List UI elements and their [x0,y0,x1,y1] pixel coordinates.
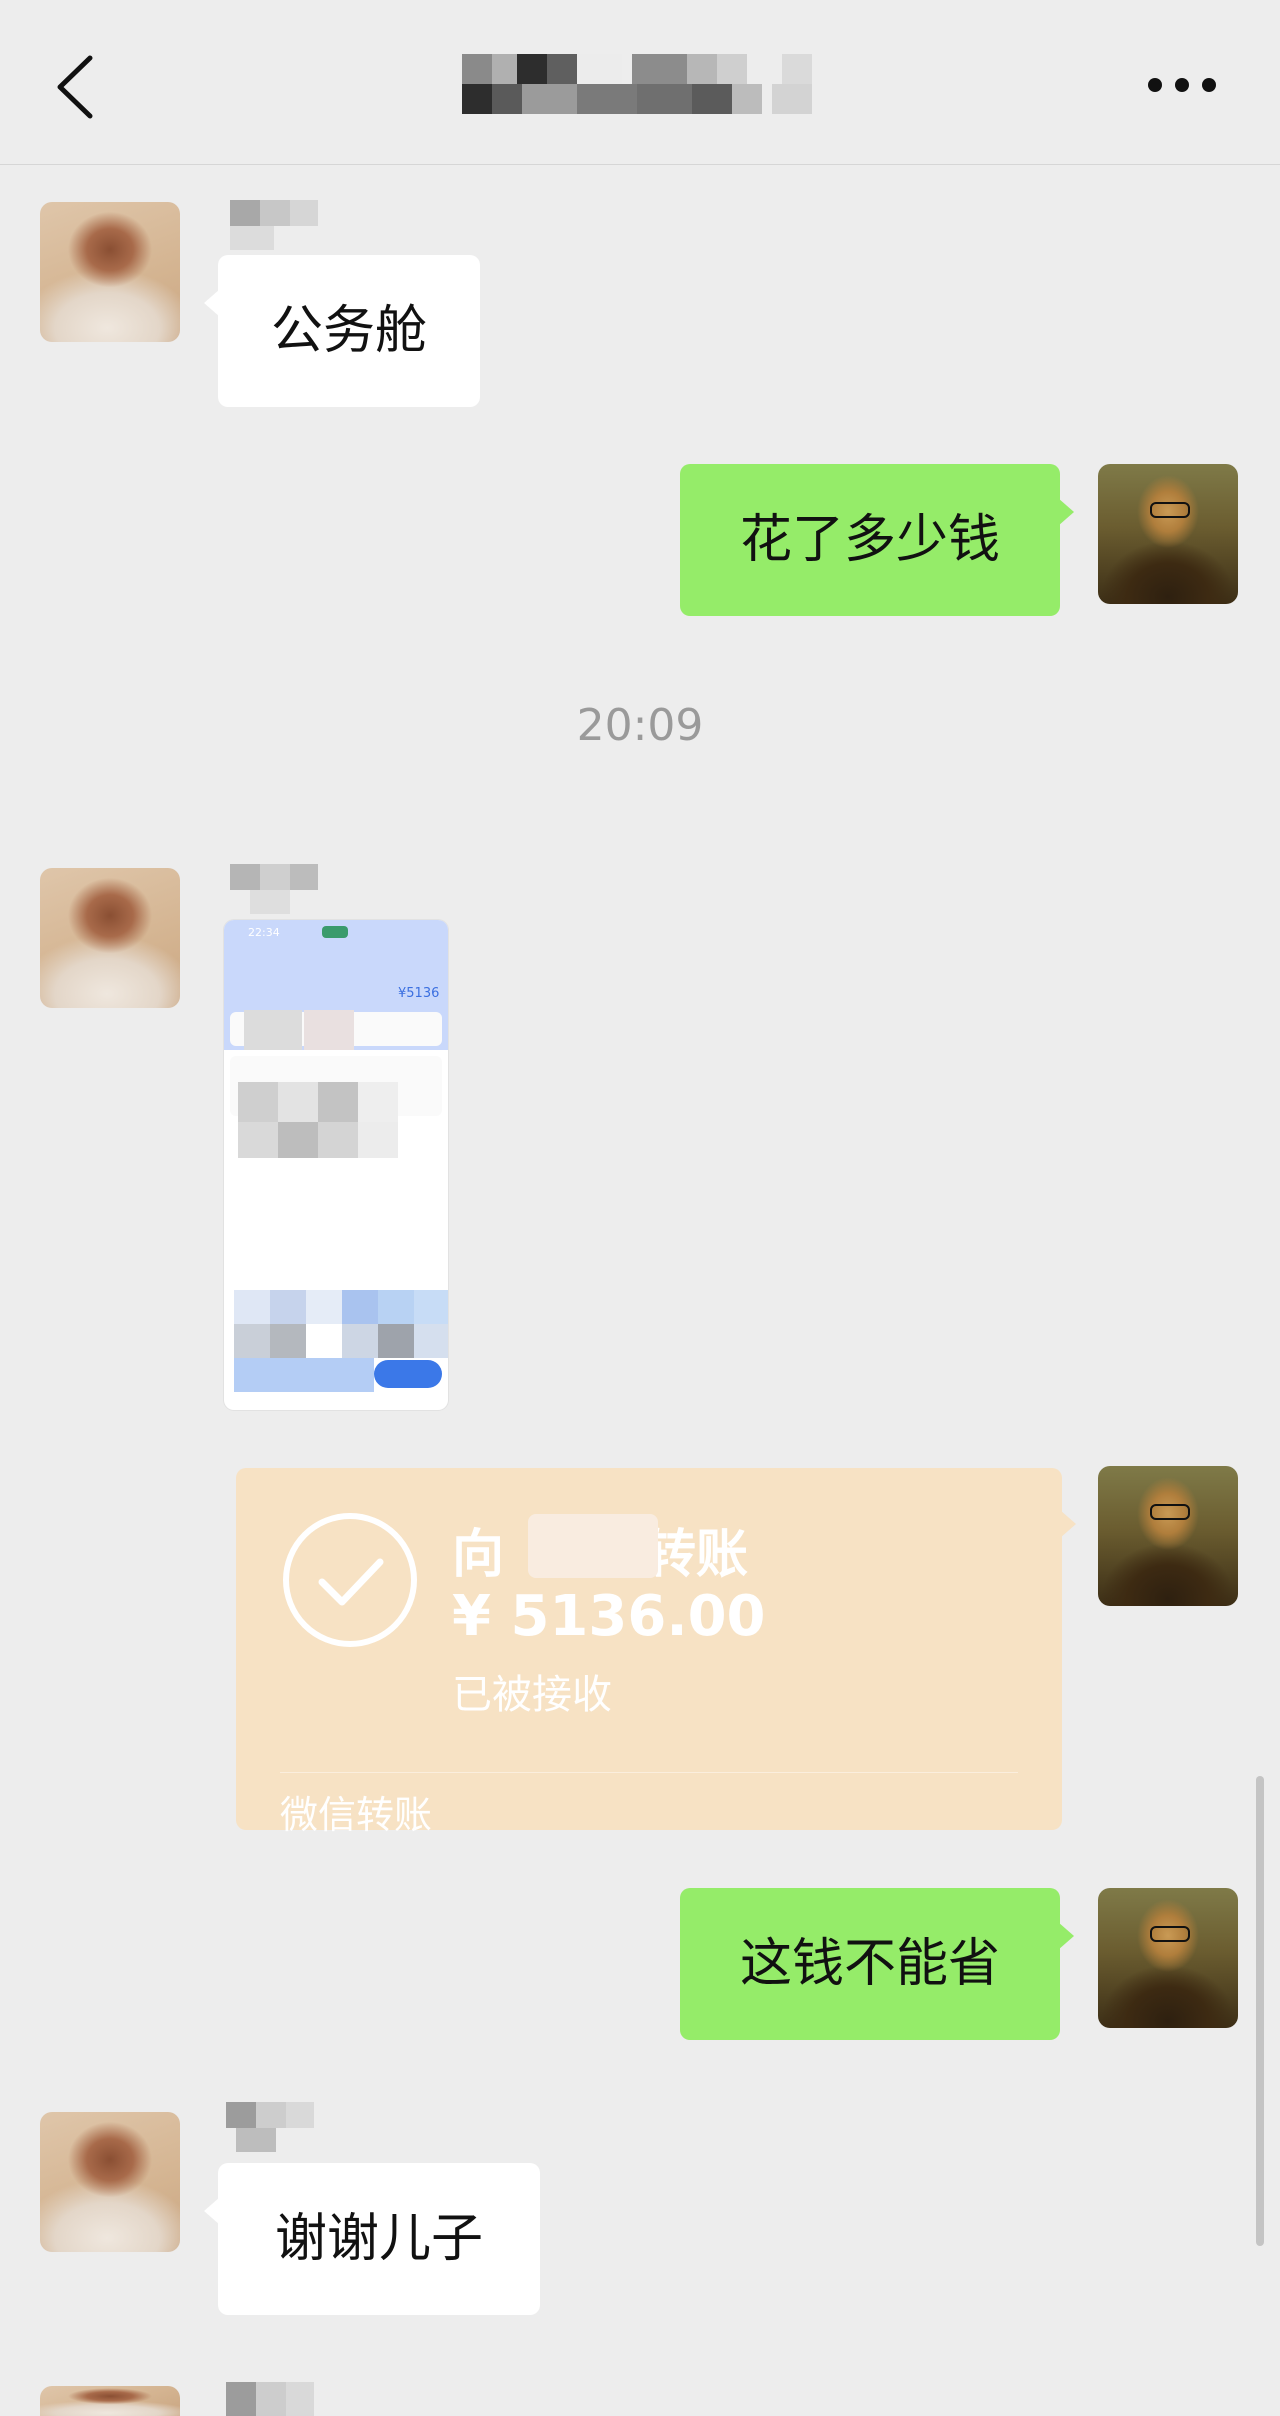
chat-title-redacted [462,54,837,116]
contact-avatar[interactable] [40,2112,180,2252]
message-text: 公务舱 [270,301,427,361]
image-message[interactable]: 22:34 ¥5136 [224,920,448,1410]
message-bubble[interactable]: 花了多少钱 [680,464,1074,616]
screenshot-amount: ¥5136 [398,986,440,1001]
transfer-footer: 微信转账 [280,1793,433,1837]
sender-name-redacted [230,864,318,916]
chevron-left-icon[interactable] [48,52,108,122]
message-bubble[interactable]: 谢谢儿子 [204,2163,540,2315]
message-bubble[interactable]: 公务舱 [204,255,480,407]
contact-avatar[interactable] [40,202,180,342]
sender-name-redacted [226,2382,314,2416]
self-avatar[interactable] [1098,1466,1238,1606]
sender-name-redacted [226,2102,314,2154]
self-avatar[interactable] [1098,1888,1238,2028]
self-avatar[interactable] [1098,464,1238,604]
screenshot-button [374,1360,442,1388]
message-text: 这钱不能省 [739,1934,1000,1994]
more-icon[interactable] [1148,78,1216,98]
screenshot-pill [322,926,348,938]
transfer-card[interactable]: 向转账 ¥ 5136.00 已被接收 微信转账 [236,1468,1076,1837]
transfer-status: 已被接收 [452,1672,612,1718]
message-text: 花了多少钱 [739,510,1000,570]
contact-avatar[interactable] [40,868,180,1008]
divider [280,1772,1018,1773]
screenshot-time: 22:34 [248,926,280,939]
contact-avatar[interactable] [40,2386,180,2416]
message-text: 谢谢儿子 [274,2209,483,2269]
sender-name-redacted [230,200,318,252]
message-bubble[interactable]: 这钱不能省 [680,1888,1074,2040]
chat-header [0,0,1280,165]
timestamp: 20:09 [576,700,704,751]
transfer-amount: ¥ 5136.00 [452,1584,766,1649]
scrollbar[interactable] [1256,1776,1264,2246]
transfer-recipient-redacted [528,1514,658,1578]
check-circle-icon [283,1513,417,1647]
